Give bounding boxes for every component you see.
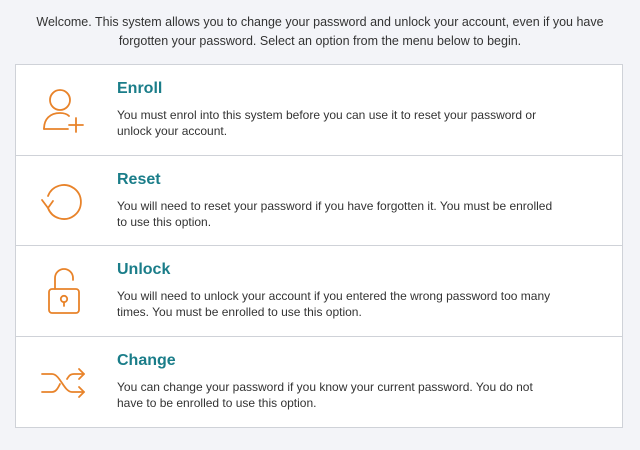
option-title: Unlock [117, 261, 171, 278]
welcome-message: Welcome. This system allows you to chang… [36, 15, 604, 48]
option-unlock[interactable]: Unlock You will need to unlock your acco… [16, 246, 622, 337]
option-description: You can change your password if you know… [117, 379, 533, 410]
shuffle-arrows-icon [38, 357, 90, 409]
user-plus-icon [38, 85, 90, 137]
options-menu: Enroll You must enrol into this system b… [15, 64, 623, 428]
option-description: You must enrol into this system before y… [117, 108, 537, 138]
option-title: Enroll [117, 80, 163, 97]
option-reset[interactable]: Reset You will need to reset your passwo… [16, 156, 622, 246]
option-enroll[interactable]: Enroll You must enrol into this system b… [16, 65, 622, 156]
option-title: Reset [117, 170, 161, 188]
option-description: You will need to unlock your account if … [117, 289, 551, 319]
reset-arrow-icon [38, 176, 90, 228]
option-description: You will need to reset your password if … [117, 198, 553, 229]
unlocked-padlock-icon [38, 266, 90, 318]
option-change[interactable]: Change You can change your password if y… [16, 337, 622, 428]
option-title: Change [117, 351, 176, 369]
